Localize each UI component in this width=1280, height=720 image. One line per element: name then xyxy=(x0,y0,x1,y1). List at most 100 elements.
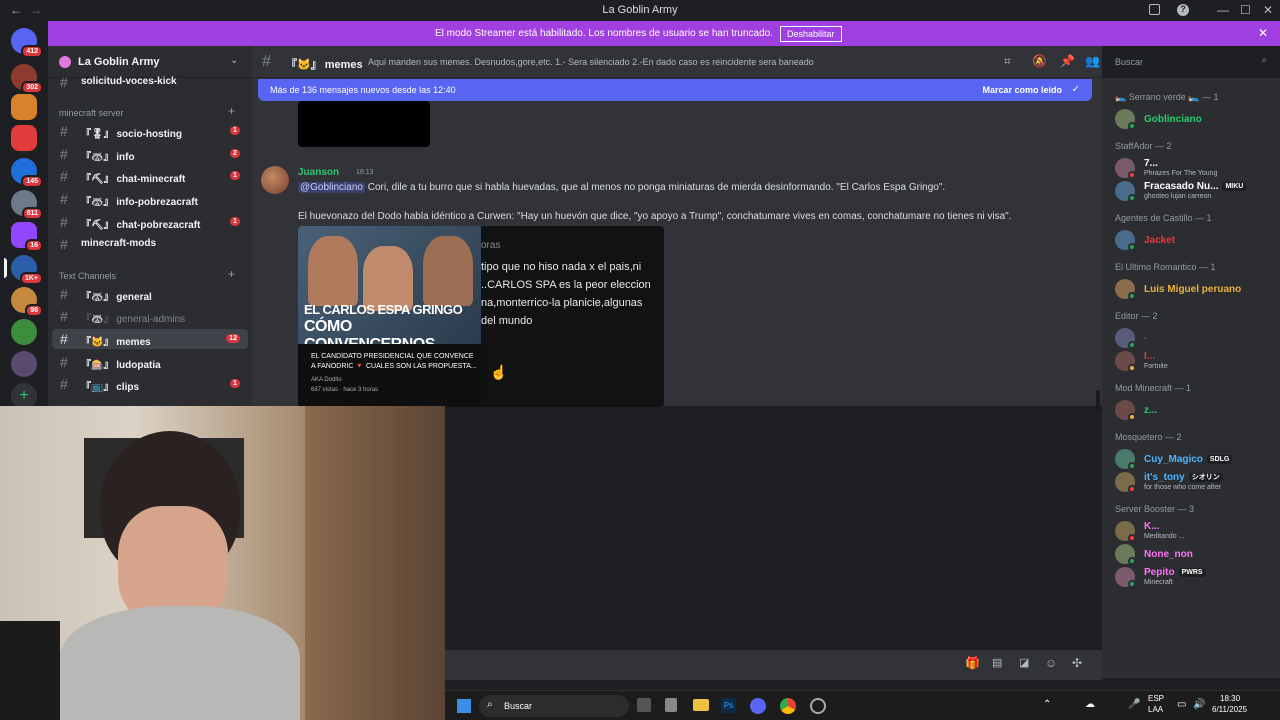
close-banner-icon[interactable]: ✕ xyxy=(1258,26,1268,40)
user-mention[interactable]: @Goblinciano xyxy=(298,182,365,193)
gift-icon[interactable]: 🎁 xyxy=(965,656,980,670)
direct-messages-icon[interactable]: 412 xyxy=(11,28,43,58)
cloud-icon[interactable]: ☁ xyxy=(1085,699,1095,710)
server-icon[interactable] xyxy=(11,94,37,120)
clock-time[interactable]: 18:30 xyxy=(1220,694,1240,703)
obs-icon[interactable] xyxy=(810,698,826,714)
pin-icon[interactable]: 📌 xyxy=(1060,54,1075,68)
member-item[interactable]: Pepito PWRS Minecraft xyxy=(1113,564,1275,590)
server-icon[interactable] xyxy=(11,125,37,151)
server-icon[interactable]: 145 xyxy=(11,158,43,188)
server-icon[interactable]: 811 xyxy=(11,190,43,220)
channel-info[interactable]: # 『🦝』 info 2 xyxy=(52,144,248,164)
avatar[interactable] xyxy=(261,166,289,194)
member-item[interactable]: it's_tony シオリン for those who come after xyxy=(1113,469,1275,495)
channel-chat-minecraft[interactable]: # 『⛏』 chat-minecraft 1 xyxy=(52,166,248,186)
search-icon: ⌕ xyxy=(1261,55,1267,66)
scrollbar[interactable] xyxy=(1096,390,1100,412)
category-minecraft[interactable]: minecraft server xyxy=(59,108,124,118)
task-view-icon[interactable] xyxy=(637,698,651,712)
video-thumbnail[interactable]: EL CARLOS ESPA GRINGO CÓMO CONVENCERNOS xyxy=(298,226,481,353)
discord-icon[interactable] xyxy=(750,698,766,714)
microphone-icon[interactable]: 🎤 xyxy=(1128,699,1140,710)
volume-icon[interactable]: 🔊 xyxy=(1193,699,1205,710)
chevron-up-icon[interactable]: ⌃ xyxy=(1043,699,1051,710)
unread-badge: 1 xyxy=(230,126,240,135)
channel-chat-pobrezacraft[interactable]: # 『⛏』 chat-pobrezacraft 1 xyxy=(52,212,248,232)
member-activity: ghosteo lujan carreon xyxy=(1144,193,1212,200)
help-icon[interactable]: ? xyxy=(1177,4,1189,16)
maximize-button[interactable]: ☐ xyxy=(1240,3,1251,17)
member-item[interactable]: Goblinciano xyxy=(1113,106,1275,132)
channel-ludopatia[interactable]: # 『🎰』 ludopatia xyxy=(52,352,248,372)
video-title: EL CANDIDATO PRESIDENCIAL QUE CONVENCE A… xyxy=(311,352,477,372)
mark-as-read-button[interactable]: Marcar como leído xyxy=(982,85,1062,95)
channel-general[interactable]: # 『🦝』 general xyxy=(52,284,248,304)
close-window-button[interactable]: ✕ xyxy=(1263,3,1273,17)
photoshop-icon[interactable]: Ps xyxy=(721,698,736,713)
hash-icon: # xyxy=(60,123,68,139)
member-name-text: Luis Miguel peruano xyxy=(1144,284,1242,295)
channel-minecraft-mods[interactable]: # minecraft-mods xyxy=(52,234,248,254)
hash-icon: # xyxy=(60,214,68,230)
guild-icon xyxy=(59,56,71,68)
network-icon[interactable]: ▭ xyxy=(1177,699,1186,710)
member-item[interactable]: Fracasado Nu... MIKU ghosteo lujan carreon xyxy=(1113,178,1275,204)
gif-icon[interactable]: ▤ xyxy=(992,656,1002,669)
channel-info-pobrezacraft[interactable]: # 『🦝』 info-pobrezacraft xyxy=(52,189,248,209)
guild-tag: シオリン xyxy=(1188,473,1223,483)
disable-streamer-button[interactable]: Deshabilitar xyxy=(780,26,842,42)
guild-tag: MIKU xyxy=(1222,181,1247,191)
previous-attachment[interactable] xyxy=(298,101,430,147)
file-explorer-icon[interactable] xyxy=(693,699,709,711)
member-item[interactable]: z... xyxy=(1113,397,1275,423)
windows-start-icon[interactable] xyxy=(457,699,471,713)
new-messages-bar[interactable]: Más de 136 mensajes nuevos desde las 12:… xyxy=(258,79,1092,101)
category-text-channels[interactable]: Text Channels xyxy=(59,271,116,281)
add-channel-icon[interactable]: + xyxy=(228,104,235,118)
member-name-text: z... xyxy=(1144,405,1158,416)
channel-solicitud[interactable]: # solicitud-voces-kick xyxy=(52,72,248,92)
hash-icon: # xyxy=(60,168,68,184)
channel-topic[interactable]: Aqui manden sus memes. Desnudos,gore,etc… xyxy=(368,57,814,67)
badge: 302 xyxy=(21,81,43,94)
server-icon[interactable]: 302 xyxy=(11,64,43,94)
app-icon[interactable] xyxy=(665,698,677,712)
notification-bell-icon[interactable]: 🔕 xyxy=(1032,54,1047,68)
taskbar-search-label: Buscar xyxy=(504,701,533,711)
member-name-text: · xyxy=(1144,333,1148,344)
member-item[interactable]: Luis Miguel peruano xyxy=(1113,276,1275,302)
channel-memes[interactable]: # 『🐱』 memes 12 xyxy=(52,329,248,349)
server-icon[interactable]: 98 xyxy=(11,287,43,317)
inbox-icon[interactable] xyxy=(1149,4,1160,15)
message-composer[interactable]: 🎁 ▤ ◪ ☺ ✣ xyxy=(445,650,1102,680)
server-icon[interactable] xyxy=(11,351,37,377)
channel-general-admins[interactable]: # 『🦝』 general-admins xyxy=(52,306,248,326)
member-item[interactable]: I... Fortnite xyxy=(1113,348,1275,374)
add-channel-icon[interactable]: + xyxy=(228,267,235,281)
language-indicator[interactable]: ESP xyxy=(1148,694,1164,703)
member-name: K... xyxy=(1144,521,1160,532)
member-list-icon[interactable]: 👥 xyxy=(1085,54,1100,68)
member-group-header: Mod Minecraft — 1 xyxy=(1115,383,1192,393)
hash-icon: # xyxy=(60,74,68,90)
search-input[interactable]: Buscar ⌕ xyxy=(1108,52,1273,72)
server-icon[interactable] xyxy=(11,319,37,345)
channel-clips[interactable]: # 『📺』 clips 1 xyxy=(52,374,248,394)
message-author[interactable]: Juanson xyxy=(298,167,339,178)
twitch-server-icon[interactable]: 16 xyxy=(11,222,43,252)
emoji-icon[interactable]: ☺ xyxy=(1045,656,1057,670)
taskbar-search[interactable]: ⌕ Buscar xyxy=(479,695,629,717)
screenshot-line: ..CARLOS SPA es la peor eleccion xyxy=(481,279,651,291)
chrome-icon[interactable] xyxy=(780,698,796,714)
image-attachment[interactable]: EL CARLOS ESPA GRINGO CÓMO CONVENCERNOS … xyxy=(298,226,664,407)
message-text: Cori, dile a tu burro que si habla hueva… xyxy=(364,182,946,193)
minimize-button[interactable]: — xyxy=(1217,3,1229,17)
apps-icon[interactable]: ✣ xyxy=(1072,656,1082,670)
channel-socio-hosting[interactable]: # 『🎖』 socio-hosting 1 xyxy=(52,121,248,141)
sticker-icon[interactable]: ◪ xyxy=(1019,656,1029,669)
member-item[interactable]: Jacket xyxy=(1113,227,1275,253)
threads-icon[interactable]: ⌗ xyxy=(1004,54,1011,69)
channel-name: 『🦝』 info xyxy=(81,152,135,163)
server-icon[interactable]: 1K+ xyxy=(11,255,43,285)
